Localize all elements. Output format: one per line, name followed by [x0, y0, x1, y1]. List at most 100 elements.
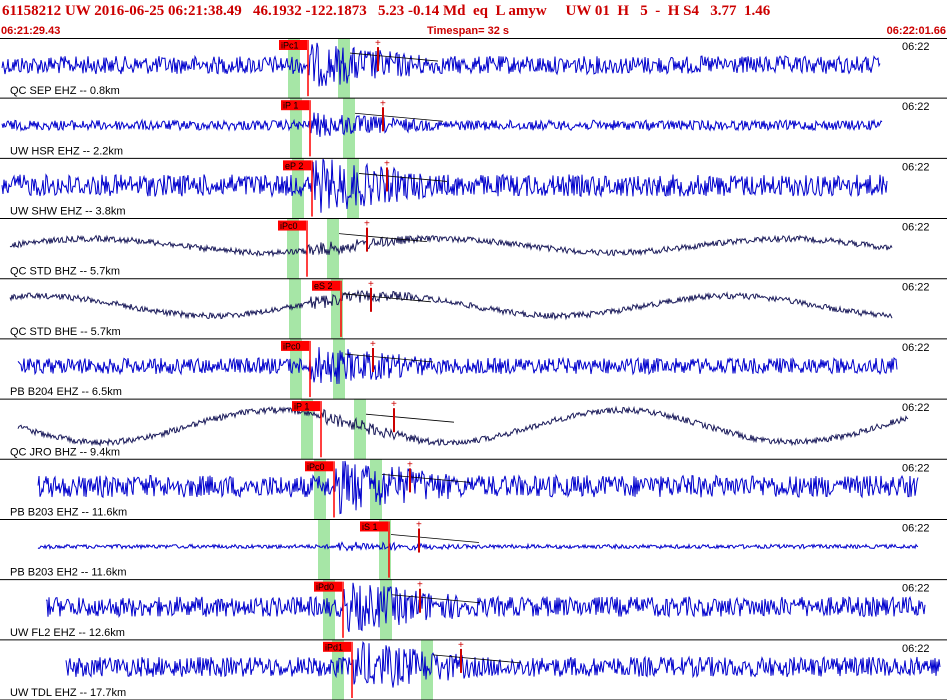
trace-row[interactable]: iPc0 + PB B203 EHZ -- 11.6km 06:22 [0, 459, 947, 520]
amplitude-plus: + [384, 158, 390, 169]
pick-label: iPc0 [307, 462, 325, 472]
event-datetime: 2016-06-25 06:21:38.49 [94, 3, 242, 19]
waveform [9, 289, 893, 321]
amplitude-plus: + [391, 399, 397, 410]
row-time-label: 06:22 [902, 342, 930, 354]
waveform [17, 405, 909, 447]
trace-row[interactable]: iP 1 + UW HSR EHZ -- 2.2km 06:22 [0, 98, 947, 159]
amplitude-plus: + [417, 580, 423, 591]
station-label: QC STD BHE -- 5.7km [10, 326, 121, 338]
coda-line [349, 52, 439, 62]
event-rank: H [667, 3, 680, 19]
station-label: UW SHW EHZ -- 3.8km [10, 206, 126, 218]
event-val-b: 1.46 [744, 3, 771, 19]
event-network: UW [64, 3, 91, 19]
waveform [45, 582, 926, 632]
waveform [65, 640, 941, 688]
trace-row[interactable]: iP 1 + QC JRO BHZ -- 9.4km 06:22 [0, 399, 947, 460]
coda-line [390, 534, 480, 543]
pick-label: eS 2 [314, 281, 333, 291]
event-flags: L [495, 3, 505, 19]
row-time-label: 06:22 [902, 101, 930, 113]
event-header: 61158212 UW 2016-06-25 06:21:38.49 46.19… [0, 0, 947, 38]
event-lat: 46.1932 [252, 3, 302, 19]
amplitude-plus: + [458, 640, 464, 651]
pick-label: iPd0 [316, 582, 334, 592]
p-window-band [289, 278, 301, 339]
event-val-a: 3.77 [710, 3, 737, 19]
row-time-label: 06:22 [902, 643, 930, 655]
pick-label: eP 2 [285, 161, 303, 171]
pick-label: iPc1 [281, 41, 299, 51]
trace-row[interactable]: iPd1 + UW TDL EHZ -- 17.7km 06:22 [0, 640, 947, 700]
pick-label: iS 1 [362, 522, 378, 532]
pick-label: iP 1 [294, 402, 309, 412]
waveform [1, 158, 888, 213]
trace-row[interactable]: iS 1 + PB B203 EH2 -- 11.6km 06:22 [0, 520, 947, 581]
pick-label: iPd1 [325, 642, 343, 652]
row-time-label: 06:22 [902, 161, 930, 173]
station-label: PB B203 EH2 -- 11.6km [10, 567, 127, 579]
trace-row[interactable]: eP 2 + UW SHW EHZ -- 3.8km 06:22 [0, 158, 947, 220]
s-window-band [354, 399, 366, 460]
amplitude-plus: + [407, 459, 413, 470]
event-s-code: S4 [683, 3, 699, 19]
pick-label: iP 1 [283, 101, 298, 111]
amplitude-plus: + [364, 219, 370, 230]
waveform [1, 112, 883, 137]
p-window-band [318, 519, 330, 580]
trace-row[interactable]: iPc1 + QC SEP EHZ -- 0.8km 06:22 [0, 38, 947, 99]
trace-row[interactable]: iPd0 + UW FL2 EHZ -- 12.6km 06:22 [0, 580, 947, 641]
station-label: QC STD BHZ -- 5.7km [10, 266, 120, 278]
station-label: PB B203 EHZ -- 11.6km [10, 506, 127, 518]
event-num: 5 [640, 3, 648, 19]
coda-line [338, 233, 428, 243]
waveform [9, 234, 893, 258]
event-mag-type: Md [442, 3, 466, 19]
window-end-time: 06:22:01.66 [886, 25, 946, 37]
trace-row[interactable]: eS 2 + QC STD BHE -- 5.7km 06:22 [0, 279, 947, 340]
row-time-label: 06:22 [902, 522, 930, 534]
window-start-time: 06:21:29.43 [1, 25, 61, 37]
row-time-label: 06:22 [902, 222, 930, 234]
event-type: eq [472, 3, 488, 19]
row-time-label: 06:22 [902, 41, 930, 53]
event-version: 01 [594, 3, 610, 19]
station-label: UW HSR EHZ -- 2.2km [10, 145, 123, 157]
waveform [17, 347, 898, 385]
amplitude-plus: + [370, 339, 376, 350]
event-summary-line: 61158212 UW 2016-06-25 06:21:38.49 46.19… [2, 3, 947, 20]
trace-row[interactable]: iPc0 + PB B204 EHZ -- 6.5km 06:22 [0, 339, 947, 400]
station-label: QC JRO BHZ -- 9.4km [10, 446, 120, 458]
event-lon: -122.1873 [305, 3, 367, 19]
station-label: QC SEP EHZ -- 0.8km [10, 85, 120, 97]
row-time-label: 06:22 [902, 402, 930, 414]
row-time-label: 06:22 [902, 282, 930, 294]
row-time-label: 06:22 [902, 462, 930, 474]
pick-label: iPc0 [283, 341, 301, 351]
row-time-label: 06:22 [902, 583, 930, 595]
origin-net: UW [565, 3, 592, 19]
seismogram-panel[interactable]: iPc1 + QC SEP EHZ -- 0.8km 06:22 iP 1 + UW HSR… [0, 38, 947, 700]
s-window-band [327, 218, 339, 279]
event-magnitude: -0.14 [407, 3, 440, 19]
waveform [37, 541, 919, 552]
station-label: PB B204 EHZ -- 6.5km [10, 386, 122, 398]
pick-label: iPc0 [280, 221, 298, 231]
event-analyst: amyw [508, 3, 547, 19]
amplitude-plus: + [416, 520, 422, 531]
station-label: UW TDL EHZ -- 17.7km [10, 687, 126, 699]
event-id: 61158212 [2, 3, 62, 19]
station-label: UW FL2 EHZ -- 12.6km [10, 627, 125, 639]
event-quality: H [617, 3, 629, 19]
event-depth: 5.23 [377, 3, 405, 19]
waveform [37, 460, 919, 515]
amplitude-plus: + [380, 98, 386, 109]
window-timespan: Timespan= 32 s [427, 25, 510, 37]
amplitude-plus: + [368, 279, 374, 290]
trace-row[interactable]: iPc0 + QC STD BHZ -- 5.7km 06:22 [0, 219, 947, 280]
waveform [1, 42, 881, 87]
event-dash: - [655, 3, 661, 19]
amplitude-plus: + [375, 38, 381, 49]
coda-line [365, 413, 455, 423]
